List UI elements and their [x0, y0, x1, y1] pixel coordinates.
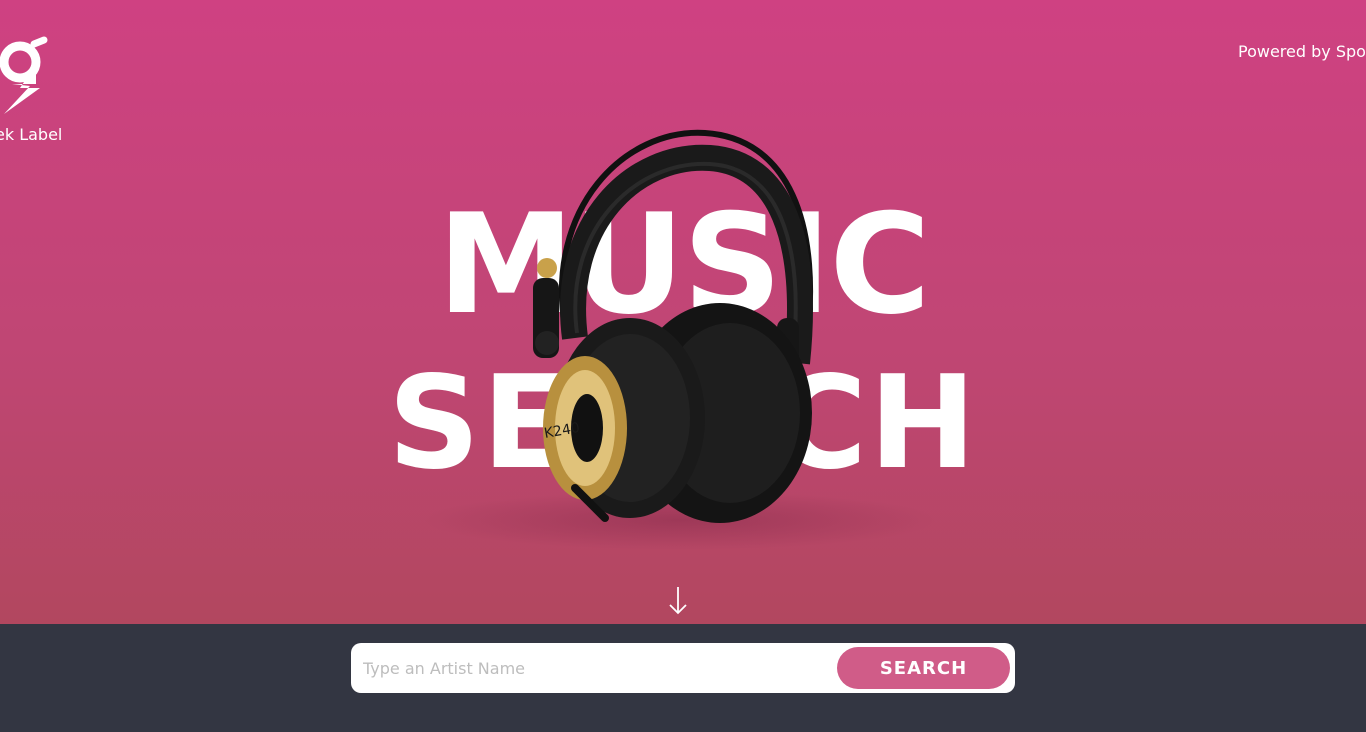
- headphones-icon: K240: [533, 129, 814, 523]
- arrow-down-icon[interactable]: [666, 585, 690, 617]
- search-button[interactable]: SEARCH: [837, 647, 1010, 689]
- logo-label: ek Label: [0, 125, 63, 144]
- logo-g-icon: [0, 36, 48, 114]
- hero-section: ek Label Powered by Spo MUSIC SEARCH K24…: [0, 0, 1366, 624]
- powered-by-link[interactable]: Powered by Spo: [1238, 42, 1366, 61]
- search-bar: SEARCH: [351, 643, 1015, 693]
- artist-search-input[interactable]: [363, 651, 833, 685]
